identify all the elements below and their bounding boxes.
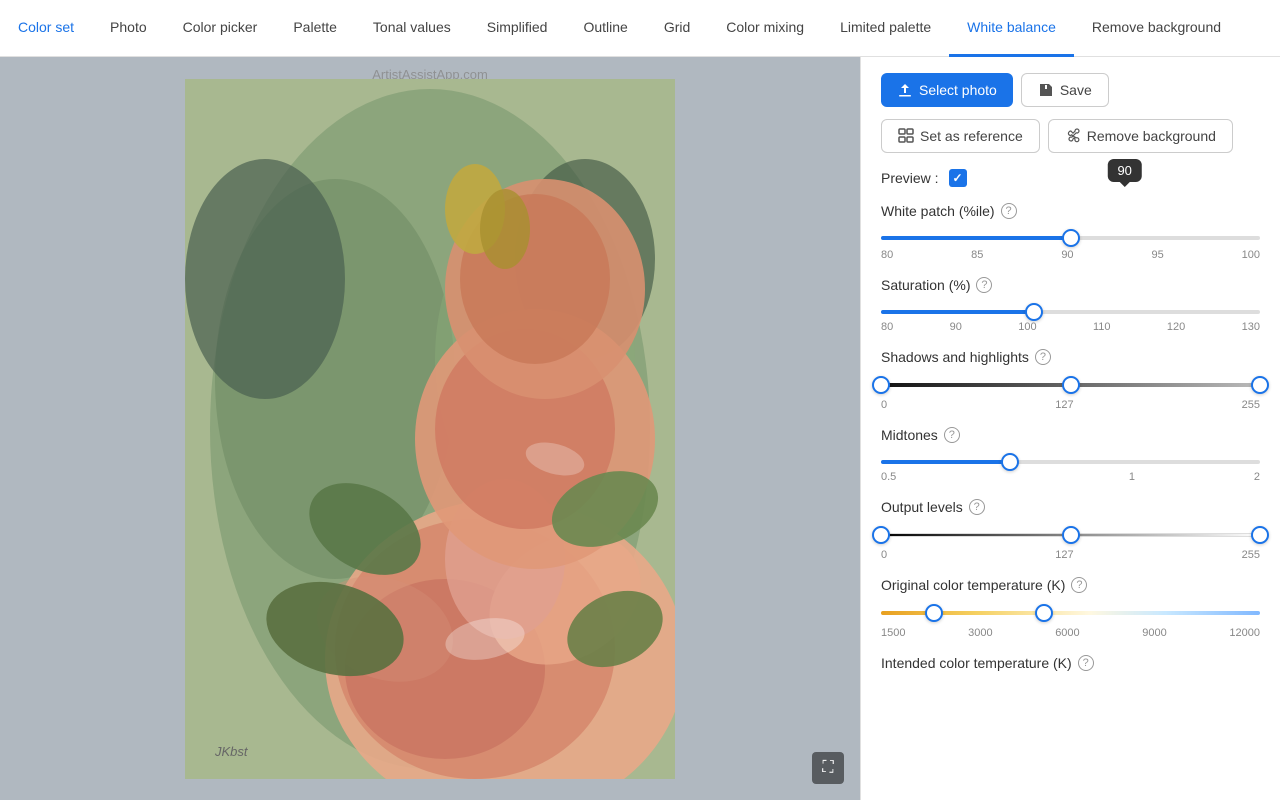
preview-label: Preview : [881, 170, 939, 186]
saturation-label-row: Saturation (%) ? [881, 277, 1260, 293]
orig-temp-ticks: 1500 3000 6000 9000 12000 [881, 627, 1260, 639]
midtones-help-icon[interactable]: ? [944, 427, 960, 443]
nav-tab-outline[interactable]: Outline [565, 0, 645, 57]
midtones-label-row: Midtones ? [881, 427, 1260, 443]
saturation-section: Saturation (%) ? 80 90 100 110 120 130 [881, 277, 1260, 333]
intended-temp-section: Intended color temperature (K) ? [881, 655, 1260, 671]
image-panel: ArtistAssistApp.com [0, 57, 860, 800]
nav-tab-remove-background[interactable]: Remove background [1074, 0, 1239, 57]
nav-tab-grid[interactable]: Grid [646, 0, 708, 57]
shadows-label-row: Shadows and highlights ? [881, 349, 1260, 365]
nav-tab-limited-palette[interactable]: Limited palette [822, 0, 949, 57]
white-patch-slider-container: 90 [881, 227, 1260, 245]
orig-temp-label: Original color temperature (K) [881, 577, 1065, 593]
orig-temp-left-handle[interactable] [925, 604, 943, 622]
nav-tab-color-mixing[interactable]: Color mixing [708, 0, 822, 57]
shadows-section: Shadows and highlights ? 0 127 255 [881, 349, 1260, 411]
shadows-slider-container [881, 373, 1260, 397]
white-patch-slider[interactable] [881, 236, 1260, 240]
artist-signature: JKbst [215, 744, 248, 759]
white-patch-label: White patch (%ile) [881, 203, 995, 219]
shadows-ticks: 0 127 255 [881, 399, 1260, 411]
midtones-ticks: 0.5 1 2 [881, 471, 1260, 483]
intended-temp-label: Intended color temperature (K) [881, 655, 1072, 671]
output-label-row: Output levels ? [881, 499, 1260, 515]
nav-tab-tonal-values[interactable]: Tonal values [355, 0, 469, 57]
output-left-handle[interactable] [872, 526, 890, 544]
nav-tab-photo[interactable]: Photo [92, 0, 165, 57]
midtones-section: Midtones ? 0.5 1 2 [881, 427, 1260, 483]
nav-tab-palette[interactable]: Palette [275, 0, 355, 57]
white-patch-help-icon[interactable]: ? [1001, 203, 1017, 219]
saturation-help-icon[interactable]: ? [976, 277, 992, 293]
fullscreen-button[interactable]: ⛶ [812, 752, 844, 784]
output-levels-section: Output levels ? 0 127 255 [881, 499, 1260, 561]
save-icon [1038, 82, 1054, 98]
white-patch-label-row: White patch (%ile) ? [881, 203, 1260, 219]
main-layout: ArtistAssistApp.com [0, 57, 1280, 800]
set-as-reference-button[interactable]: Set as reference [881, 119, 1040, 153]
shadows-right-handle[interactable] [1251, 376, 1269, 394]
saturation-label: Saturation (%) [881, 277, 970, 293]
scissors-icon [1065, 128, 1081, 144]
output-mid-handle[interactable] [1062, 526, 1080, 544]
nav-tab-color-picker[interactable]: Color picker [165, 0, 276, 57]
nav-tab-color-set[interactable]: Color set [0, 0, 92, 57]
saturation-ticks: 80 90 100 110 120 130 [881, 321, 1260, 333]
select-photo-button[interactable]: Select photo [881, 73, 1013, 107]
right-panel: Select photo Save Set as reference Remov… [860, 57, 1280, 800]
orig-temp-help-icon[interactable]: ? [1071, 577, 1087, 593]
orig-temp-label-row: Original color temperature (K) ? [881, 577, 1260, 593]
preview-row: Preview : [881, 169, 1260, 187]
painting-svg [185, 79, 675, 779]
preview-checkbox[interactable] [949, 169, 967, 187]
white-patch-tooltip: 90 [1107, 159, 1141, 182]
white-patch-ticks: 80 85 90 95 100 [881, 249, 1260, 261]
fullscreen-icon: ⛶ [822, 759, 833, 777]
remove-background-button-2[interactable]: Remove background [1048, 119, 1233, 153]
nav-tabs: Color setPhotoColor pickerPaletteTonal v… [0, 0, 1280, 57]
button-row-2: Set as reference Remove background [881, 119, 1260, 153]
shadows-label: Shadows and highlights [881, 349, 1029, 365]
nav-tab-white-balance[interactable]: White balance [949, 0, 1074, 57]
output-ticks: 0 127 255 [881, 549, 1260, 561]
saturation-slider[interactable] [881, 310, 1260, 314]
output-slider-container [881, 523, 1260, 547]
output-right-handle[interactable] [1251, 526, 1269, 544]
orig-temp-slider-container [881, 601, 1260, 625]
shadows-help-icon[interactable]: ? [1035, 349, 1051, 365]
orig-temp-right-handle[interactable] [1035, 604, 1053, 622]
white-patch-section: White patch (%ile) ? 90 80 85 90 95 100 [881, 203, 1260, 261]
intended-temp-label-row: Intended color temperature (K) ? [881, 655, 1260, 671]
midtones-slider[interactable] [881, 460, 1260, 464]
painting-container: JKbst [185, 79, 675, 779]
output-label: Output levels [881, 499, 963, 515]
output-help-icon[interactable]: ? [969, 499, 985, 515]
shadows-left-handle[interactable] [872, 376, 890, 394]
midtones-label: Midtones [881, 427, 938, 443]
intended-temp-help-icon[interactable]: ? [1078, 655, 1094, 671]
reference-icon [898, 128, 914, 144]
button-row-1: Select photo Save [881, 73, 1260, 107]
orig-temp-section: Original color temperature (K) ? 1500 30… [881, 577, 1260, 639]
upload-icon [897, 82, 913, 98]
save-button[interactable]: Save [1021, 73, 1109, 107]
nav-tab-simplified[interactable]: Simplified [469, 0, 566, 57]
painting [185, 79, 675, 779]
shadows-mid-handle[interactable] [1062, 376, 1080, 394]
